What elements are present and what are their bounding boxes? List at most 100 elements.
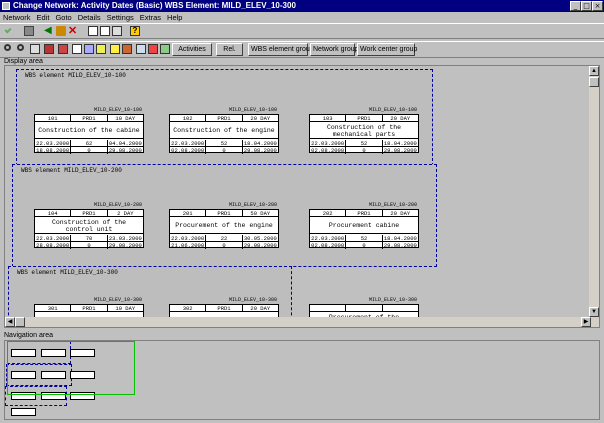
node-wbs-header: MILD_ELEV_10-200 [228,202,277,208]
wbs-group-1[interactable]: WBS element MILD_ELEV_10-100 MILD_ELEV_10… [16,69,433,166]
menu-help[interactable]: Help [164,12,185,23]
close-button[interactable]: × [592,1,603,11]
find-icon[interactable] [100,26,110,36]
scroll-thumb[interactable] [589,77,599,87]
application-toolbar: Activities Rel. WBS element group Networ… [0,41,604,58]
link-icon[interactable] [160,44,170,54]
graphic-icon[interactable] [58,44,68,54]
node-workcenter: PRD1 [71,210,108,216]
overview-icon[interactable] [84,44,94,54]
activity-node-101[interactable]: MILD_ELEV_10-100 101 PRD1 10 DAY Constructio… [34,107,144,154]
node-date-row: 28.08.2000 0 29.08.2000 [35,242,143,249]
vertical-scrollbar[interactable]: ▲ ▼ [589,66,599,327]
create-icon[interactable] [136,44,146,54]
minimize-button[interactable]: _ [570,1,581,11]
wbs-element-group-button[interactable]: WBS element group [248,43,314,56]
menu-details[interactable]: Details [75,12,104,23]
node-description: Construction of the mechanical parts [310,123,418,139]
app-icon [2,2,10,10]
node-date-row: 22.03.2000 52 18.04.2000 [310,235,418,242]
settings-icon[interactable] [44,44,54,54]
node-float: 52 [206,140,243,146]
node-duration: 20 DAY [390,210,411,216]
node-float: 52 [346,140,383,146]
network-group-label: Network group [313,46,359,53]
node-activity: 201 [170,210,207,216]
menu-network[interactable]: Network [0,12,34,23]
help-icon[interactable]: ? [130,26,140,36]
edit-icon[interactable] [122,44,132,54]
node-float: 0 [71,242,108,249]
navigation-area-label: Navigation area [4,332,54,339]
node-start-date: 22.03.2000 [170,235,207,241]
navigation-area[interactable] [4,340,600,420]
work-center-group-button[interactable]: Work center group [357,43,417,56]
node-end-date: 18.04.2000 [383,235,417,241]
maximize-button[interactable]: □ [581,1,592,11]
node-activity [310,305,347,311]
display-area[interactable]: WBS element MILD_ELEV_10-100 MILD_ELEV_10… [4,65,600,328]
node-start-date: 18.08.2000 [35,147,72,154]
scroll-right-icon[interactable]: ▶ [581,317,591,327]
node-date-row: 22.03.2000 52 18.04.2000 [170,140,278,147]
scroll-up-icon[interactable]: ▲ [589,66,599,76]
menu-goto[interactable]: Goto [52,12,74,23]
wbs-group-2[interactable]: WBS element MILD_ELEV_10-200 MILD_ELEV_10… [12,164,437,267]
table-icon[interactable] [72,44,82,54]
node-float: 70 [71,235,108,241]
node-date-row: 02.08.2000 0 29.08.2000 [310,147,418,154]
node-header-row: 201 PRD1 50 DAY [170,210,278,217]
menu-edit[interactable]: Edit [34,12,53,23]
node-header-row: 103 PRD1 20 DAY [310,115,418,122]
node-header-row: 101 PRD1 10 DAY [35,115,143,122]
activity-node-201[interactable]: MILD_ELEV_10-200 201 PRD1 50 DAY Procurement… [169,202,279,249]
node-end-date: 18.04.2000 [383,140,417,146]
node-workcenter: PRD1 [206,210,243,216]
exit-icon[interactable] [56,26,66,36]
h-scroll-thumb[interactable] [15,317,25,327]
node-float: 0 [71,147,108,154]
find-next-icon[interactable] [112,26,122,36]
node-start-date: 22.03.2000 [310,235,347,241]
node-start-date: 02.08.2000 [170,147,207,154]
print-icon[interactable] [88,26,98,36]
window-title: Change Network: Activity Dates (Basic) W… [13,1,296,10]
horizontal-scrollbar[interactable]: ◀ ▶ [5,317,591,327]
relationships-button[interactable]: Rel. [216,43,243,56]
folder-icon[interactable] [110,44,120,54]
node-header-row: 301 PRD1 10 DAY [35,305,143,312]
node-date-row: 22.03.2000 62 04.04.2000 [35,140,143,147]
node-float: 0 [206,242,243,249]
node-workcenter: PRD1 [71,115,108,121]
zoom-out-icon[interactable] [17,44,24,51]
node-description: Construction of the control unit [35,218,143,234]
node-start-date: 22.03.2000 [35,140,72,146]
scroll-down-icon[interactable]: ▼ [589,307,599,317]
back-arrow-icon[interactable]: ◀ [44,26,54,36]
activity-node-104[interactable]: MILD_ELEV_10-200 104 PRD1 2 DAY Construction… [34,202,144,249]
scroll-left-icon[interactable]: ◀ [5,317,15,327]
node-description: Construction of the engine [170,123,278,139]
node-end-date: 29.08.2000 [383,242,417,249]
network-group-button[interactable]: Network group [310,43,359,56]
cancel-icon[interactable]: ✕ [68,26,78,37]
node-float: 0 [206,147,243,154]
viewport-frame[interactable] [7,341,135,395]
zoom-in-icon[interactable] [4,44,11,51]
node-wbs-header: MILD_ELEV_10-300 [93,297,142,303]
activity-node-202[interactable]: MILD_ELEV_10-200 202 PRD1 20 DAY Procurement… [309,202,419,249]
save-icon[interactable] [24,26,34,36]
delete-icon[interactable] [148,44,158,54]
menu-extras[interactable]: Extras [137,12,164,23]
hierarchy-icon[interactable] [96,44,106,54]
node-description: Construction of the cabine [35,123,143,139]
activity-node-103[interactable]: MILD_ELEV_10-100 103 PRD1 20 DAY Constructio… [309,107,419,154]
node-date-row: 22.03.2000 52 18.04.2000 [310,140,418,147]
activities-button[interactable]: Activities [172,43,212,56]
filter-icon[interactable] [30,44,40,54]
node-end-date: 29.08.2000 [243,147,277,154]
node-header-row: 104 PRD1 2 DAY [35,210,143,217]
check-icon[interactable] [4,26,12,34]
activity-node-102[interactable]: MILD_ELEV_10-100 102 PRD1 20 DAY Constructio… [169,107,279,154]
menu-settings[interactable]: Settings [104,12,137,23]
